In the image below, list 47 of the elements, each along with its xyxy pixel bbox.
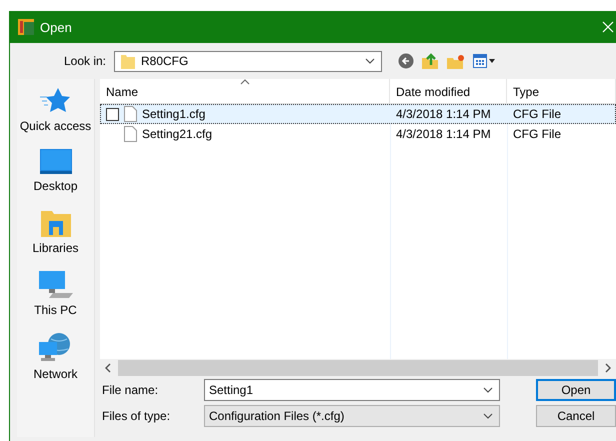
network-icon xyxy=(39,333,72,363)
library-folder-icon xyxy=(40,209,70,237)
star-icon xyxy=(40,87,70,115)
document-icon xyxy=(124,126,137,142)
place-item[interactable]: Libraries xyxy=(32,209,79,255)
column-header[interactable]: Name xyxy=(100,79,390,103)
app-icon xyxy=(18,19,34,35)
column-header[interactable]: Type xyxy=(507,79,616,103)
close-icon[interactable] xyxy=(602,21,614,33)
file-type-label: Files of type: xyxy=(102,409,172,423)
place-item[interactable]: This PC xyxy=(34,271,77,317)
look-in-dropdown[interactable]: R80CFG xyxy=(114,50,382,72)
date-cell-text: 4/3/2018 1:14 PM xyxy=(395,107,492,121)
look-in-label: Look in: xyxy=(62,54,106,68)
sort-caret-icon xyxy=(240,79,250,85)
file-name-label: File name: xyxy=(102,383,160,397)
place-item[interactable]: Quick access xyxy=(20,87,92,133)
document-icon xyxy=(124,106,137,122)
file-type-dropdown[interactable]: Configuration Files (*.cfg) xyxy=(204,405,500,427)
file-name: Setting1.cfg xyxy=(142,107,206,121)
monitor-icon xyxy=(40,149,72,175)
new-folder-icon[interactable] xyxy=(447,54,465,68)
chevron-icon xyxy=(483,387,493,393)
column-header[interactable]: Date modified xyxy=(390,79,507,103)
checkbox[interactable] xyxy=(106,108,119,120)
type-cell-text: CFG File xyxy=(512,127,562,141)
chevron-icon xyxy=(483,413,493,419)
file-name: Setting21.cfg xyxy=(142,127,212,141)
scrollbar-thumb[interactable] xyxy=(118,360,598,376)
scroll-left-icon[interactable] xyxy=(104,363,112,373)
computer-icon xyxy=(38,271,72,299)
open-button[interactable]: Open xyxy=(536,379,616,401)
type-cell-text: CFG File xyxy=(512,107,562,121)
window-title: Open xyxy=(40,20,72,34)
place-item[interactable]: Desktop xyxy=(33,149,78,193)
date-cell-text: 4/3/2018 1:14 PM xyxy=(395,127,492,141)
view-menu-icon[interactable] xyxy=(473,54,495,68)
file-row[interactable]: Setting1.cfg 4/3/2018 1:14 PM CFG File xyxy=(100,104,616,124)
folder-icon xyxy=(121,53,135,69)
file-row[interactable]: Setting21.cfg 4/3/2018 1:14 PM CFG File xyxy=(100,124,616,144)
file-name-field[interactable]: Setting1 xyxy=(204,379,500,401)
chevron-icon xyxy=(365,58,375,64)
place-item[interactable]: Network xyxy=(33,333,78,381)
scroll-right-icon[interactable] xyxy=(604,363,612,373)
up-folder-icon[interactable] xyxy=(422,53,439,69)
back-icon[interactable] xyxy=(398,53,414,69)
cancel-button[interactable]: Cancel xyxy=(536,405,616,427)
